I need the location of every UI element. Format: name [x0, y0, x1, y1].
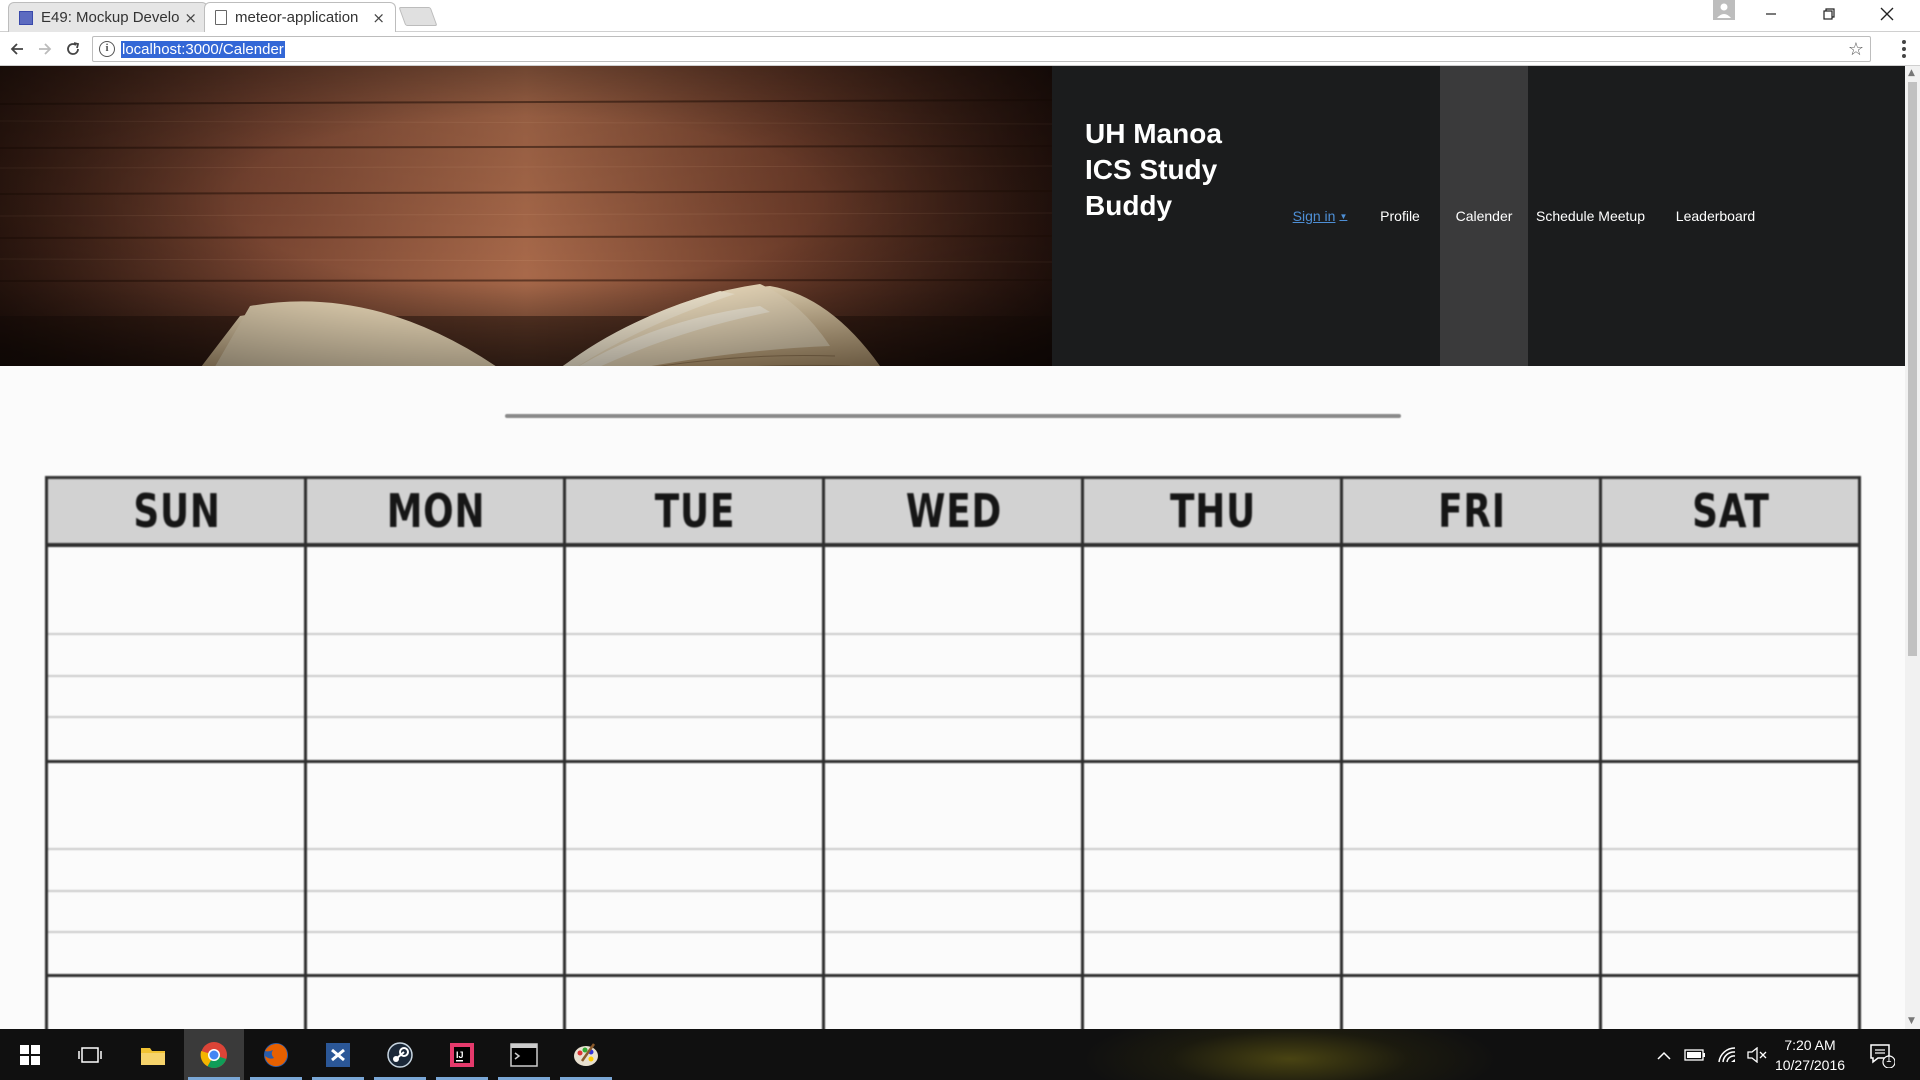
grid-line — [45, 476, 48, 1029]
grid-line — [563, 476, 566, 1029]
grid-line — [822, 476, 825, 1029]
restore-icon[interactable] — [1800, 0, 1858, 28]
intellij-icon[interactable]: IJ — [432, 1029, 492, 1080]
calendar-grid: SUN MON TUE WED THU FRI SAT — [45, 476, 1861, 1029]
grid-line — [45, 675, 1861, 677]
scrollbar-thumb[interactable] — [1908, 82, 1917, 656]
clock-date: 10/27/2016 — [1774, 1056, 1846, 1073]
task-view-icon[interactable] — [60, 1029, 120, 1080]
start-icon[interactable] — [0, 1029, 60, 1080]
grid-line — [1599, 476, 1602, 1029]
grid-line — [45, 633, 1861, 635]
scroll-up-icon[interactable]: ▲ — [1908, 68, 1915, 78]
grid-line — [45, 760, 1861, 763]
header-book-image — [0, 66, 1052, 366]
reload-icon[interactable] — [60, 36, 86, 62]
address-bar[interactable]: i localhost:3000/Calender ☆ — [92, 36, 1871, 62]
scroll-down-icon[interactable]: ▼ — [1908, 1016, 1915, 1026]
page-favicon-icon — [19, 10, 33, 25]
document-icon — [215, 10, 227, 25]
paint-icon[interactable] — [556, 1029, 616, 1080]
nav-label: Profile — [1380, 208, 1420, 224]
grid-line — [304, 476, 307, 1029]
forward-icon[interactable] — [32, 36, 58, 62]
close-window-icon[interactable] — [1858, 0, 1916, 28]
grid-line — [45, 890, 1861, 892]
windows-taskbar: IJ 7:20 AM 10/27/2016 1 — [0, 1029, 1920, 1080]
site-header: UH Manoa ICS Study Buddy Sign in ▼ Profil… — [0, 66, 1905, 366]
nav-leaderboard[interactable]: Leaderboard — [1653, 66, 1778, 366]
url-text[interactable]: localhost:3000/Calender — [121, 41, 285, 58]
firefox-icon[interactable] — [246, 1029, 306, 1080]
grid-line — [45, 544, 1861, 547]
svg-text:IJ: IJ — [456, 1050, 464, 1060]
browser-menu-icon[interactable] — [1896, 35, 1912, 63]
page-viewport: UH Manoa ICS Study Buddy Sign in ▼ Profil… — [0, 66, 1905, 1029]
nav-label: Leaderboard — [1675, 208, 1756, 224]
grid-line — [45, 716, 1861, 718]
calendar-image: SUN MON TUE WED THU FRI SAT — [0, 366, 1905, 1029]
action-center-icon[interactable]: 1 — [1862, 1029, 1902, 1080]
tab-title: E49: Mockup Develo — [41, 9, 180, 26]
nav-sign-in[interactable]: Sign in ▼ — [1280, 66, 1360, 366]
visual-studio-icon[interactable] — [308, 1029, 368, 1080]
calendar-top-rule — [505, 414, 1401, 418]
day-sun: SUN — [133, 484, 221, 538]
grid-line — [45, 931, 1861, 933]
system-clock[interactable]: 7:20 AM 10/27/2016 — [1760, 1029, 1860, 1080]
grid-line — [1081, 476, 1084, 1029]
close-tab-icon[interactable]: × — [372, 9, 385, 27]
new-tab-button[interactable] — [398, 7, 438, 26]
brand-line: UH Manoa — [1085, 118, 1222, 149]
day-wed: WED — [905, 484, 1003, 538]
clock-time: 7:20 AM — [1784, 1036, 1836, 1053]
close-tab-icon[interactable]: × — [184, 9, 197, 27]
profile-avatar-icon[interactable] — [1713, 0, 1735, 20]
day-tue: TUE — [654, 484, 736, 538]
grid-line — [45, 974, 1861, 977]
day-sat: SAT — [1692, 484, 1770, 538]
browser-toolbar: i localhost:3000/Calender ☆ — [0, 32, 1920, 66]
show-hidden-icons[interactable] — [1652, 1029, 1676, 1080]
bookmark-star-icon[interactable]: ☆ — [1848, 39, 1864, 60]
grid-line — [1858, 476, 1861, 1029]
nav-label: Schedule Meetup — [1536, 208, 1645, 224]
nav-label: Calender — [1455, 208, 1513, 224]
file-explorer-icon[interactable] — [123, 1029, 183, 1080]
brand-line: Buddy — [1085, 190, 1173, 221]
grid-line — [1340, 476, 1343, 1029]
day-thu: THU — [1170, 484, 1256, 538]
terminal-icon[interactable] — [494, 1029, 554, 1080]
sign-in-label: Sign in — [1292, 208, 1336, 224]
minimize-icon[interactable] — [1742, 0, 1800, 28]
notification-count: 1 — [1886, 1054, 1892, 1065]
grid-line — [45, 848, 1861, 850]
tab-meteor-application[interactable]: meteor-application × — [204, 2, 396, 32]
tab-mockup-development[interactable]: E49: Mockup Develo × — [8, 2, 208, 32]
back-icon[interactable] — [4, 36, 30, 62]
browser-tab-strip: E49: Mockup Develo × meteor-application … — [0, 0, 1920, 32]
nav-calender[interactable]: Calender — [1440, 66, 1528, 366]
brand-line: ICS Study — [1085, 154, 1218, 185]
day-mon: MON — [386, 484, 486, 538]
nav-profile[interactable]: Profile — [1360, 66, 1440, 366]
steam-icon[interactable] — [370, 1029, 430, 1080]
chrome-icon[interactable] — [184, 1029, 244, 1080]
site-brand[interactable]: UH Manoa ICS Study Buddy — [1085, 116, 1245, 224]
nav-schedule-meetup[interactable]: Schedule Meetup — [1528, 66, 1653, 366]
page-scrollbar[interactable]: ▲ ▼ — [1905, 66, 1920, 1029]
site-info-icon[interactable]: i — [99, 41, 115, 57]
day-fri: FRI — [1438, 484, 1506, 538]
caret-down-icon: ▼ — [1339, 211, 1348, 221]
battery-icon[interactable] — [1680, 1029, 1710, 1080]
wifi-icon[interactable] — [1712, 1029, 1742, 1080]
tab-title: meteor-application — [235, 9, 359, 26]
